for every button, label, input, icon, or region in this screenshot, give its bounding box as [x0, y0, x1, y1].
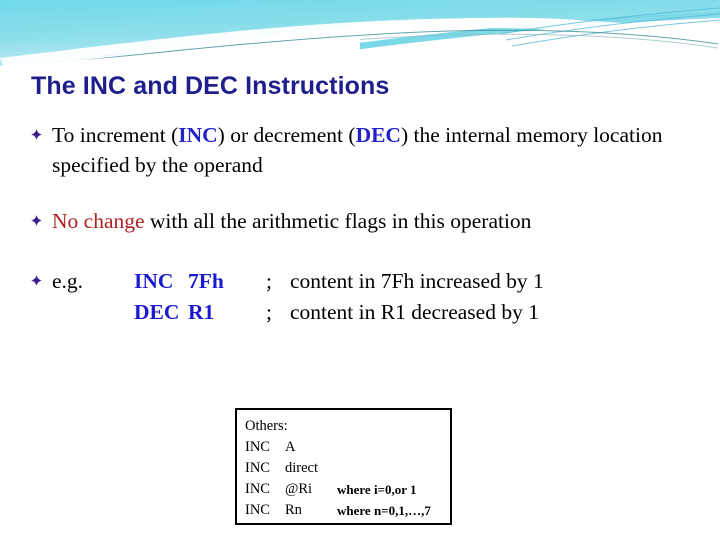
slide-canvas: The INC and DEC Instructions To incremen…	[0, 0, 720, 540]
others-heading: Others:	[245, 418, 288, 434]
others-2-note	[337, 458, 431, 479]
bullet-1-seg-2: ) or decrement (	[217, 123, 356, 147]
bullet-1-text: To increment (INC) or decrement (DEC) th…	[52, 120, 690, 180]
example-table: e.g. INC 7Fh ; content in 7Fh increased …	[52, 266, 544, 328]
others-1-operand: A	[285, 439, 296, 455]
bullet-item-1: To increment (INC) or decrement (DEC) th…	[28, 120, 690, 180]
example-2-operand: R1	[188, 300, 215, 324]
example-row-1: e.g. INC 7Fh ; content in 7Fh increased …	[52, 266, 544, 297]
bullet-2-text: No change with all the arithmetic flags …	[52, 206, 690, 236]
others-row-2: INC direct	[245, 458, 431, 479]
example-row-2: DEC R1 ; content in R1 decreased by 1	[52, 297, 544, 328]
example-2-separator: ;	[266, 300, 272, 324]
example-1-separator: ;	[266, 269, 272, 293]
others-box: Others: INC A INC direct INC @Ri where i…	[235, 408, 452, 525]
others-1-mnemonic: INC	[245, 439, 270, 455]
example-1-mnemonic: INC	[134, 269, 174, 293]
others-row-3: INC @Ri where i=0,or 1	[245, 479, 431, 500]
others-4-note: where n=0,1,…,7	[337, 503, 431, 518]
others-heading-row: Others:	[245, 416, 431, 437]
bullet-item-2: No change with all the arithmetic flags …	[28, 206, 690, 236]
bullet-2-keyword-no-change: No change	[52, 209, 145, 233]
slide-body: To increment (INC) or decrement (DEC) th…	[28, 120, 690, 328]
others-4-operand: Rn	[285, 502, 302, 518]
others-row-4: INC Rn where n=0,1,…,7	[245, 500, 431, 521]
others-4-mnemonic: INC	[245, 502, 270, 518]
others-3-mnemonic: INC	[245, 481, 270, 497]
page-title: The INC and DEC Instructions	[31, 72, 390, 100]
bullet-1-seg-0: To increment (	[52, 123, 179, 147]
others-3-note: where i=0,or 1	[337, 482, 417, 497]
others-1-note	[337, 437, 431, 458]
others-2-mnemonic: INC	[245, 460, 270, 476]
example-1-comment: content in 7Fh increased by 1	[290, 269, 544, 293]
example-label: e.g.	[52, 269, 84, 293]
diamond-bullet-icon	[31, 275, 42, 286]
bullet-1-keyword-inc: INC	[178, 123, 218, 147]
example-label-spacer	[52, 297, 134, 328]
example-1-operand: 7Fh	[188, 269, 224, 293]
bullet-item-example: e.g. INC 7Fh ; content in 7Fh increased …	[28, 266, 690, 328]
diamond-bullet-icon	[31, 129, 42, 140]
decorative-wave-banner	[0, 0, 720, 78]
example-2-comment: content in R1 decreased by 1	[290, 300, 539, 324]
banner-wave-icon	[0, 0, 720, 78]
example-2-mnemonic: DEC	[134, 300, 180, 324]
others-2-operand: direct	[285, 460, 319, 476]
bullet-1-keyword-dec: DEC	[355, 123, 401, 147]
diamond-bullet-icon	[31, 215, 42, 226]
others-3-operand: @Ri	[285, 481, 313, 497]
others-row-1: INC A	[245, 437, 431, 458]
bullet-2-seg-1: with all the arithmetic flags in this op…	[144, 209, 532, 233]
others-table: Others: INC A INC direct INC @Ri where i…	[245, 416, 431, 521]
